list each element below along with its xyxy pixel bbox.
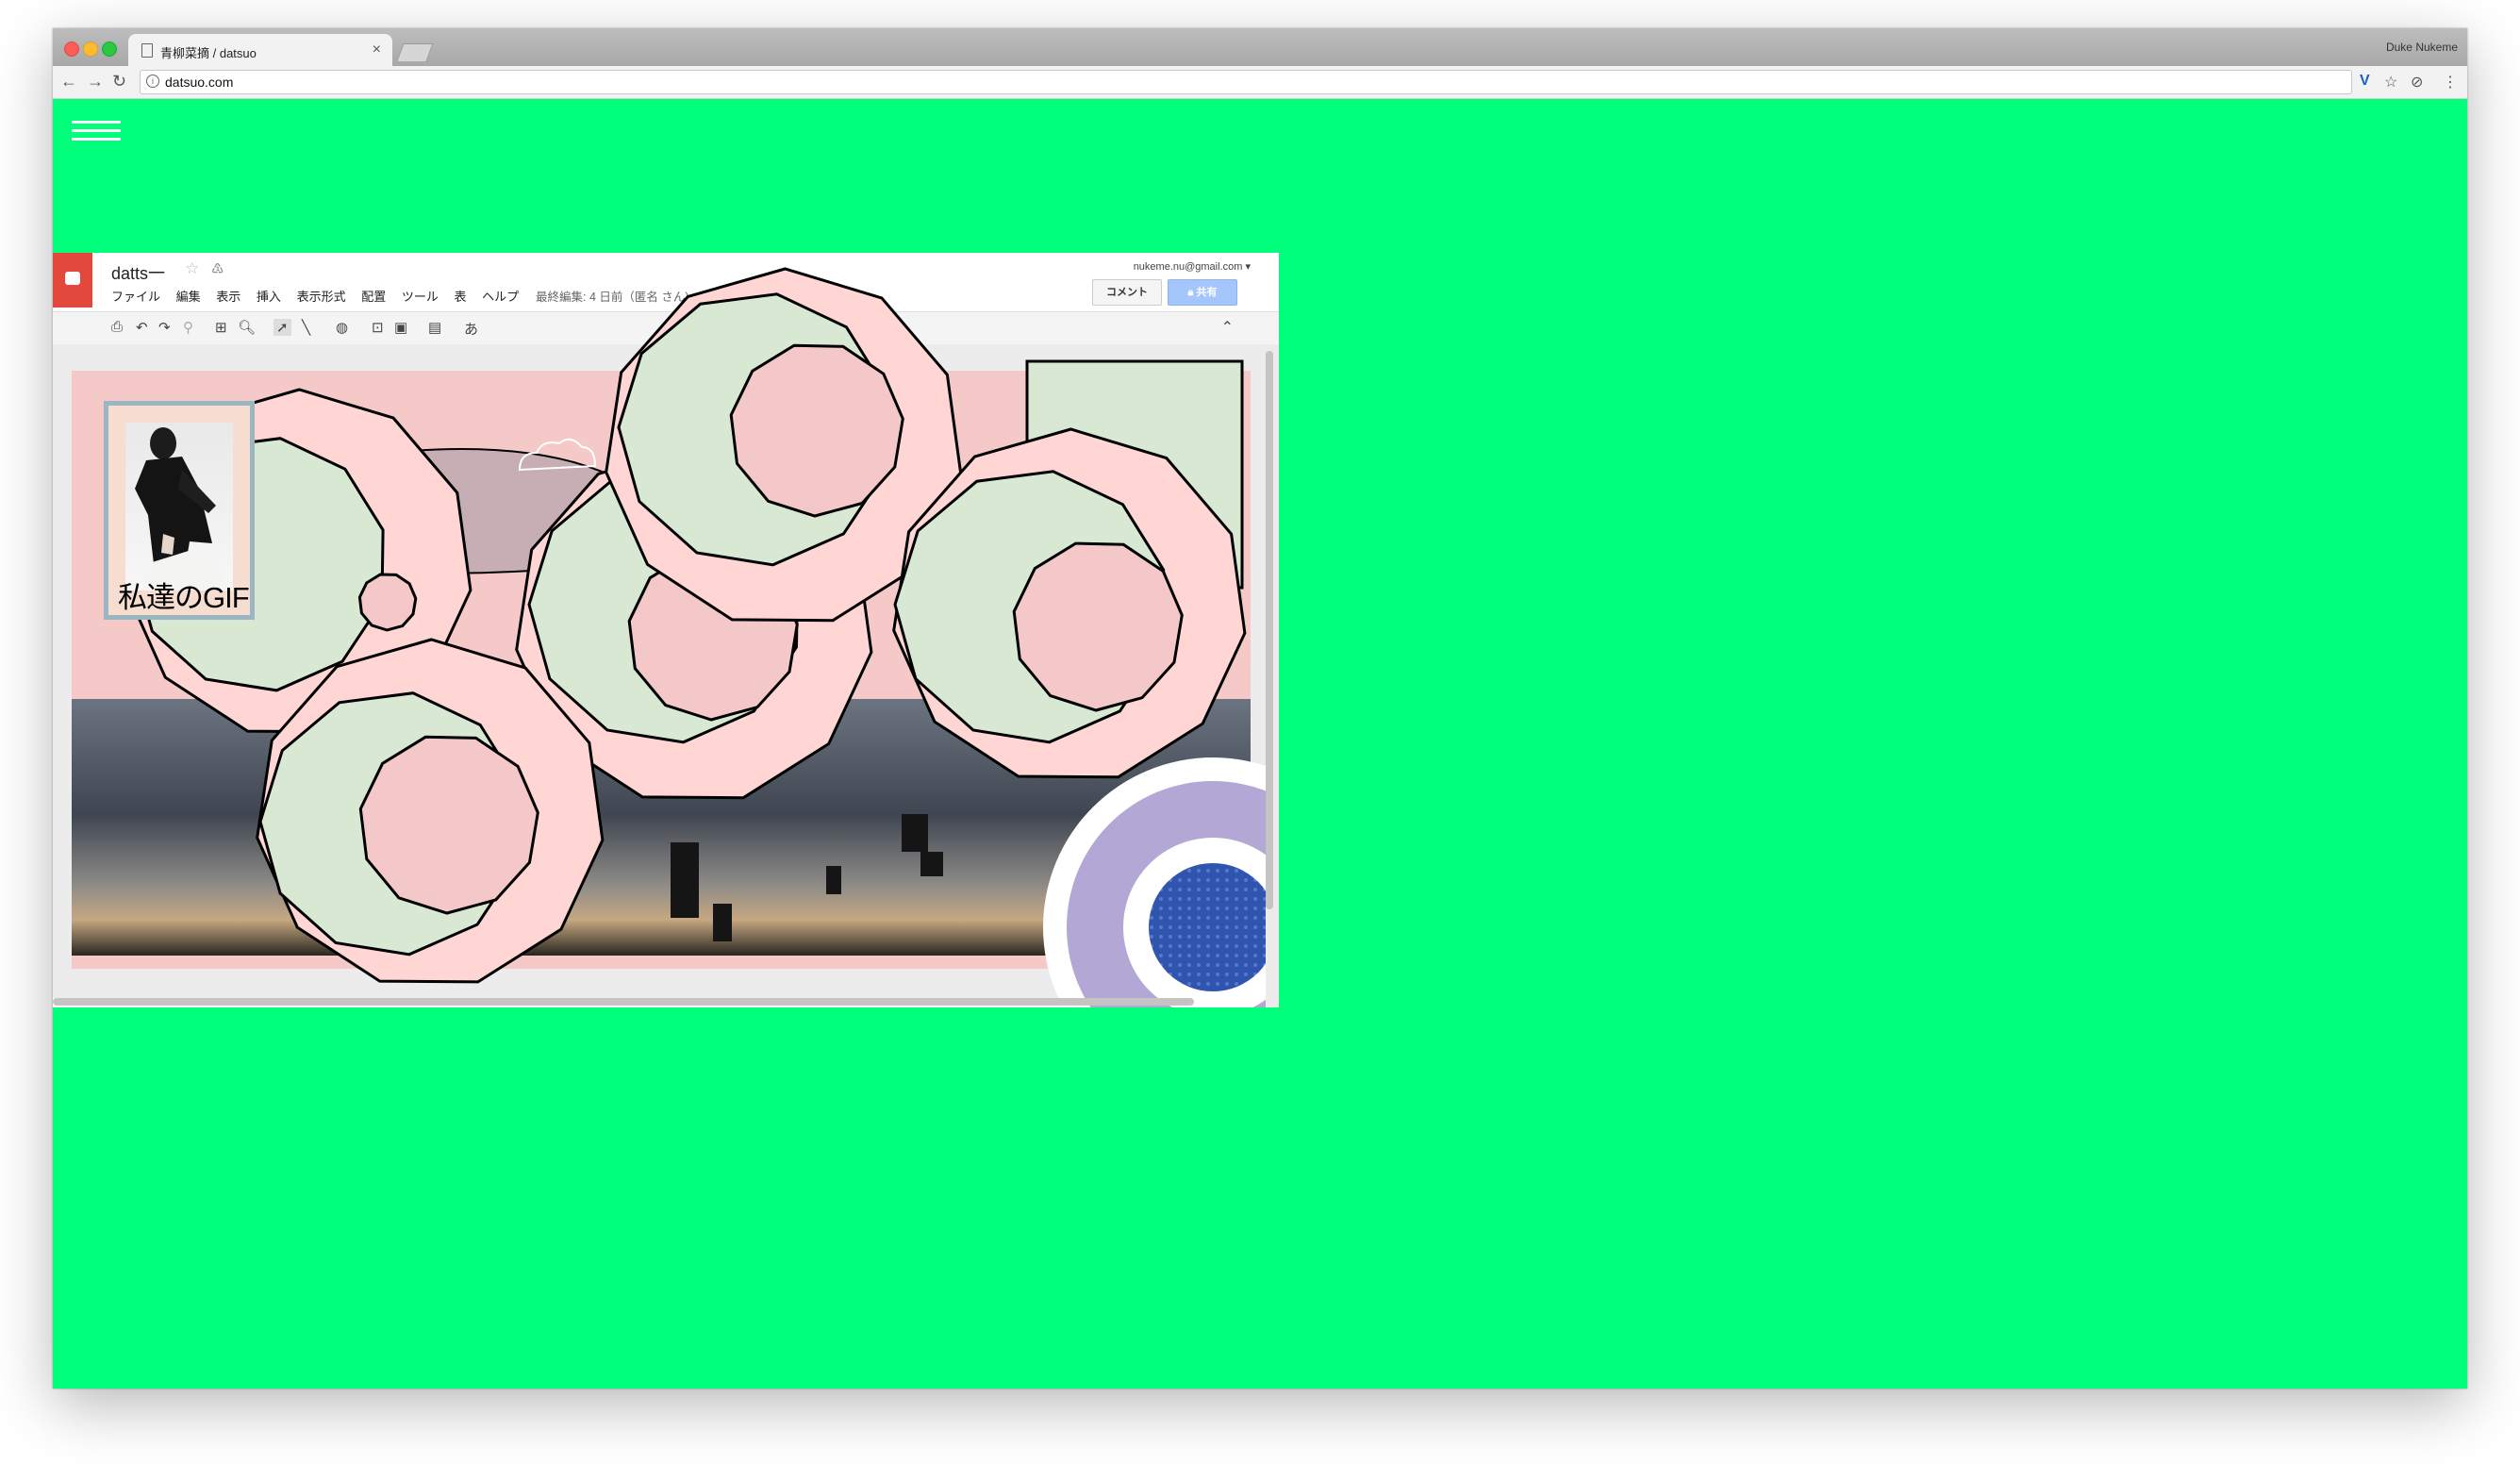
browser-toolbar: ← → ↻ i datsuo.com V ☆ ⊘ ⋮ <box>53 66 2467 99</box>
gif-image-frame[interactable]: 私達のGIF <box>104 401 255 620</box>
slides-embed: datts一 ☆ ♳ ファイル 編集 表示 挿入 表示形式 配置 ツール 表 ヘ… <box>53 253 1279 1007</box>
back-arrow-icon[interactable]: ← <box>60 72 77 92</box>
extension-icon[interactable]: V <box>2360 73 2370 90</box>
person-photo <box>125 423 233 591</box>
reload-icon[interactable]: ↻ <box>112 72 126 92</box>
window-close-button[interactable] <box>64 42 79 57</box>
landscape-square <box>920 852 943 876</box>
url-text: datsuo.com <box>165 75 234 90</box>
profile-name[interactable]: Duke Nukeme <box>2386 41 2458 54</box>
browser-tab[interactable]: 青柳菜摘 / datsuo × <box>128 34 392 66</box>
site-info-icon[interactable]: i <box>146 75 159 88</box>
core-polygon <box>357 573 418 632</box>
blue-spiral-disc <box>1149 863 1277 991</box>
address-bar[interactable]: i datsuo.com <box>140 70 2352 94</box>
bookmark-star-icon[interactable]: ☆ <box>2384 73 2397 92</box>
horizontal-scrollbar[interactable] <box>53 998 1194 1006</box>
tab-bar: 青柳菜摘 / datsuo × Duke Nukeme <box>53 28 2467 66</box>
gif-caption: 私達のGIF <box>118 581 250 614</box>
window-maximize-button[interactable] <box>102 42 117 57</box>
window-minimize-button[interactable] <box>83 42 98 57</box>
shield-extension-icon[interactable]: ⊘ <box>2411 73 2423 92</box>
slide-artwork <box>72 267 1279 1007</box>
document-icon <box>141 43 153 58</box>
landscape-square <box>713 904 732 941</box>
tab-close-icon[interactable]: × <box>373 42 381 58</box>
browser-window: 青柳菜摘 / datsuo × Duke Nukeme ← → ↻ i dats… <box>53 28 2467 1389</box>
landscape-square <box>826 866 841 894</box>
landscape-square <box>671 842 699 918</box>
tab-title: 青柳菜摘 / datsuo <box>160 46 257 60</box>
new-tab-button[interactable] <box>396 43 434 61</box>
vertical-scrollbar[interactable] <box>1266 351 1273 909</box>
forward-arrow-icon[interactable]: → <box>87 72 104 92</box>
landscape-square <box>902 814 928 852</box>
browser-menu-icon[interactable]: ⋮ <box>2443 73 2458 92</box>
hamburger-menu-icon[interactable] <box>72 121 121 147</box>
